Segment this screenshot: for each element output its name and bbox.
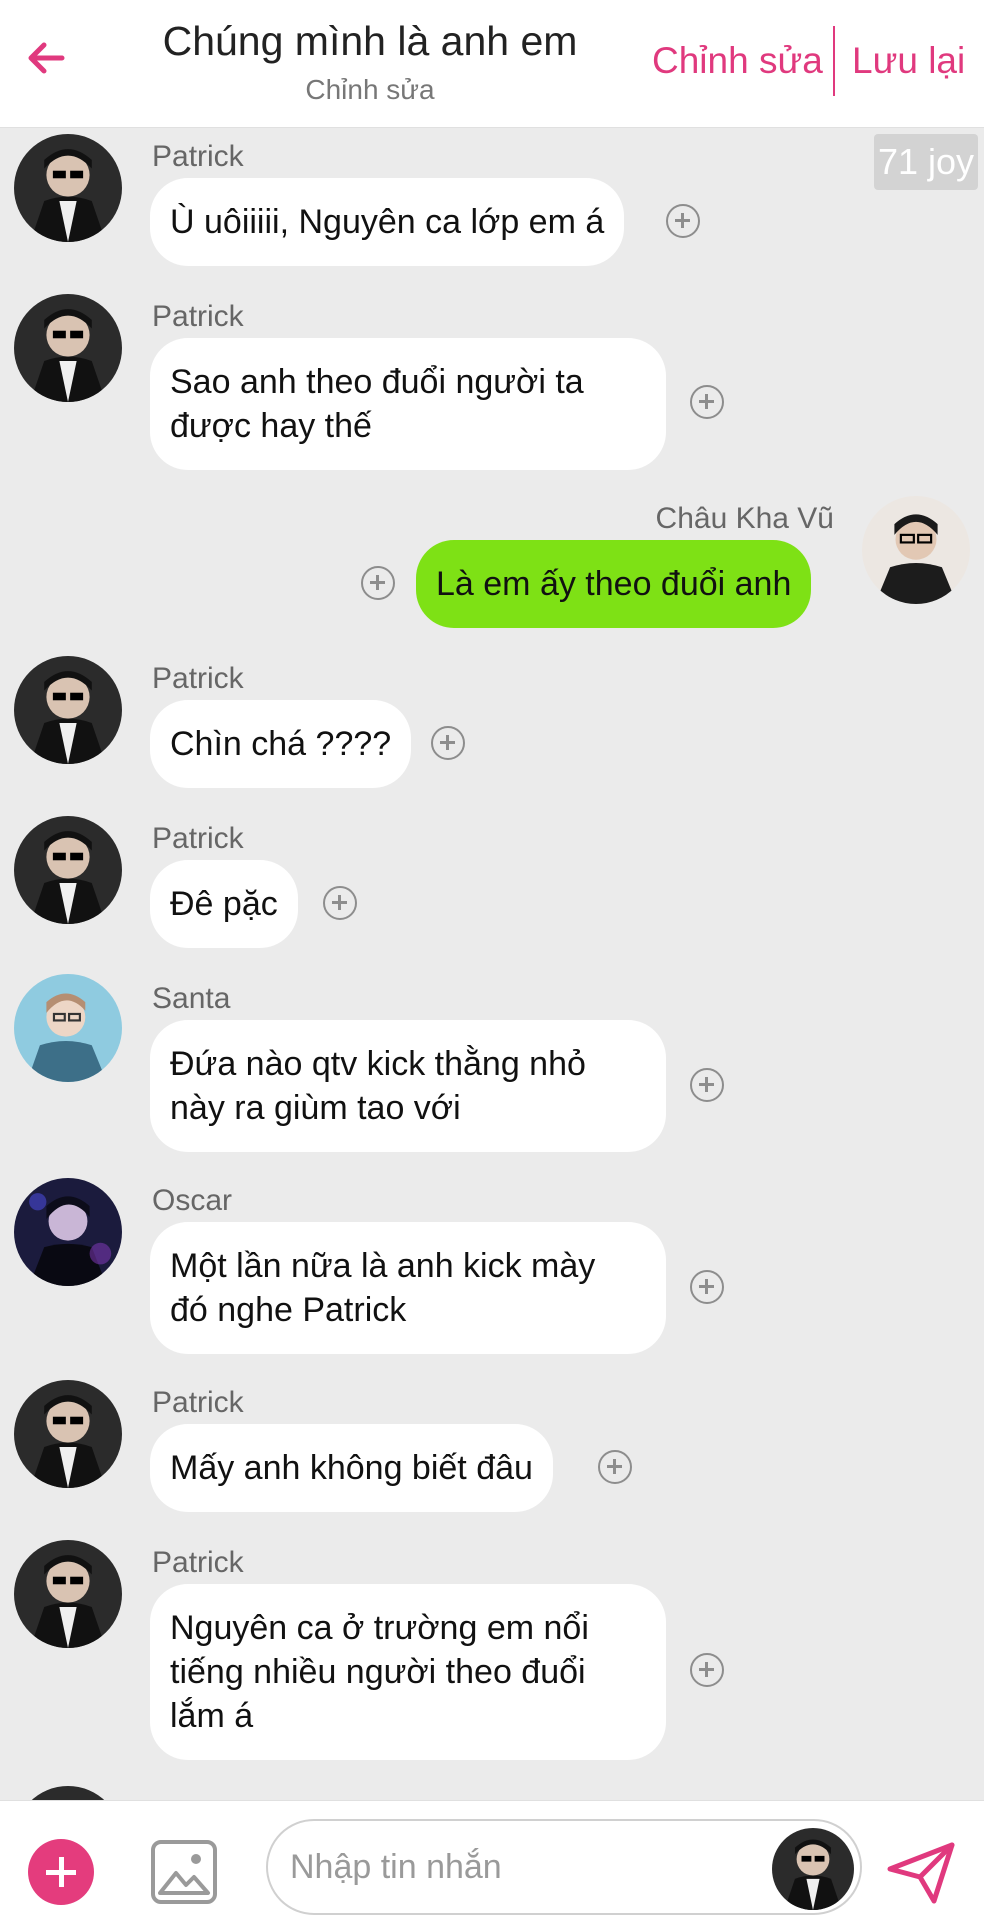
image-icon: [151, 1840, 217, 1904]
avatar[interactable]: [14, 656, 122, 764]
add-reaction-icon[interactable]: [690, 385, 724, 419]
save-button[interactable]: Lưu lại: [852, 40, 965, 82]
plus-icon[interactable]: [28, 1839, 94, 1905]
group-title: Chúng mình là anh em: [162, 18, 578, 64]
add-reaction-icon[interactable]: [431, 726, 465, 760]
message-bubble[interactable]: Sao anh theo đuổi người ta được hay thế: [150, 338, 666, 470]
send-icon: [887, 1842, 955, 1904]
back-button[interactable]: [22, 28, 82, 88]
composer-bar: [0, 1800, 984, 1920]
avatar[interactable]: [862, 496, 970, 604]
image-button[interactable]: [150, 1839, 218, 1905]
add-reaction-icon[interactable]: [690, 1270, 724, 1304]
arrow-left-icon: [28, 42, 65, 74]
joy-badge: 71 joy: [874, 134, 978, 190]
add-reaction-icon[interactable]: [666, 204, 700, 238]
sender-name: Patrick: [152, 1386, 244, 1419]
add-reaction-icon[interactable]: [690, 1653, 724, 1687]
message-bubble[interactable]: Đứa nào qtv kick thằng nhỏ này ra giùm t…: [150, 1020, 666, 1152]
edit-button[interactable]: Chỉnh sửa: [652, 40, 823, 82]
message-bubble-self[interactable]: Là em ấy theo đuổi anh: [416, 540, 812, 628]
message-bubble[interactable]: Đê pặc: [150, 860, 298, 948]
sender-name: Patrick: [152, 822, 244, 855]
send-button[interactable]: [886, 1839, 956, 1905]
add-reaction-icon[interactable]: [361, 566, 395, 600]
header-divider: [833, 26, 835, 96]
avatar[interactable]: [14, 1178, 122, 1286]
add-reaction-icon[interactable]: [690, 1068, 724, 1102]
sender-avatar[interactable]: [772, 1828, 854, 1910]
add-reaction-icon[interactable]: [598, 1450, 632, 1484]
group-subtitle: Chỉnh sửa: [305, 74, 435, 105]
sender-name: Patrick: [152, 140, 244, 173]
sender-name: Patrick: [152, 1546, 244, 1579]
avatar[interactable]: [14, 1540, 122, 1648]
sender-name: Santa: [152, 982, 231, 1015]
chat-screen: Chúng mình là anh em Chỉnh sửa Chỉnh sửa…: [0, 0, 984, 1920]
sender-name: Patrick: [152, 662, 244, 695]
sender-name: Châu Kha Vũ: [655, 502, 834, 535]
add-reaction-icon[interactable]: [323, 886, 357, 920]
message-bubble[interactable]: Nguyên ca ở trường em nổi tiếng nhiều ng…: [150, 1584, 666, 1760]
sender-name: Patrick: [152, 300, 244, 333]
message-bubble[interactable]: Một lần nữa là anh kick mày đó nghe Patr…: [150, 1222, 666, 1354]
avatar[interactable]: [14, 294, 122, 402]
avatar[interactable]: [14, 134, 122, 242]
avatar[interactable]: [14, 974, 122, 1082]
avatar[interactable]: [14, 816, 122, 924]
message-bubble[interactable]: Chìn chá ????: [150, 700, 412, 788]
message-bubble[interactable]: Mấy anh không biết đâu: [150, 1424, 553, 1512]
chat-header: Chúng mình là anh em Chỉnh sửa Chỉnh sửa…: [0, 0, 984, 128]
sender-name: Oscar: [152, 1184, 233, 1217]
avatar[interactable]: [14, 1380, 122, 1488]
message-bubble[interactable]: Ù uôiiiii, Nguyên ca lớp em á: [150, 178, 625, 266]
